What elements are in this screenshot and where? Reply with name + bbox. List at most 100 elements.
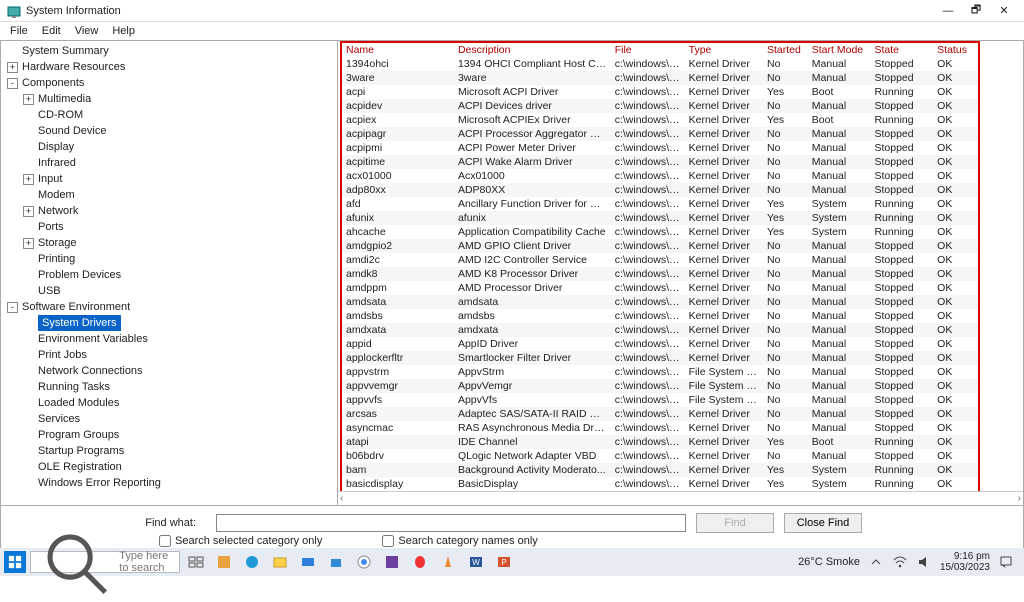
- taskbar-app-2[interactable]: [380, 551, 404, 573]
- tree-node-program-groups[interactable]: Program Groups: [3, 427, 337, 443]
- minimize-button[interactable]: —: [934, 1, 962, 21]
- table-row[interactable]: amdi2cAMD I2C Controller Servicec:\windo…: [342, 253, 978, 267]
- tree-node-storage[interactable]: +Storage: [3, 235, 337, 251]
- col-file[interactable]: File: [611, 43, 685, 57]
- table-row[interactable]: 1394ohci1394 OHCI Compliant Host Co...c:…: [342, 57, 978, 71]
- table-row[interactable]: basicdisplayBasicDisplayc:\windows\s...K…: [342, 477, 978, 491]
- taskbar-search[interactable]: Type here to search: [30, 551, 180, 573]
- taskbar-store-icon[interactable]: [324, 551, 348, 573]
- search-selected-only-checkbox[interactable]: [159, 535, 171, 547]
- menu-help[interactable]: Help: [106, 24, 141, 38]
- tray-chevron-icon[interactable]: [868, 554, 884, 570]
- table-row[interactable]: asyncmacRAS Asynchronous Media Driverc:\…: [342, 421, 978, 435]
- table-row[interactable]: amdk8AMD K8 Processor Driverc:\windows\s…: [342, 267, 978, 281]
- table-row[interactable]: applockerfltrSmartlocker Filter Driverc:…: [342, 351, 978, 365]
- clock[interactable]: 9:16 pm 15/03/2023: [940, 551, 990, 573]
- find-what-input[interactable]: [216, 514, 686, 532]
- wifi-icon[interactable]: [892, 554, 908, 570]
- table-row[interactable]: amdsbsamdsbsc:\windows\s...Kernel Driver…: [342, 309, 978, 323]
- tree-node-usb[interactable]: USB: [3, 283, 337, 299]
- col-started[interactable]: Started: [763, 43, 808, 57]
- tree-node-components[interactable]: -Components: [3, 75, 337, 91]
- tree-node-system-drivers[interactable]: System Drivers: [3, 315, 337, 331]
- table-row[interactable]: appvstrmAppvStrmc:\windows\s...File Syst…: [342, 365, 978, 379]
- taskbar-edge-icon[interactable]: [240, 551, 264, 573]
- table-row[interactable]: afdAncillary Function Driver for Wi...c:…: [342, 197, 978, 211]
- system-tray[interactable]: 26°C Smoke 9:16 pm 15/03/2023: [792, 551, 1020, 573]
- tree-node-network[interactable]: +Network: [3, 203, 337, 219]
- tree-pane[interactable]: System Summary+Hardware Resources-Compon…: [1, 41, 338, 505]
- driver-grid-scroll[interactable]: NameDescriptionFileTypeStartedStart Mode…: [338, 41, 1023, 491]
- table-row[interactable]: appidAppID Driverc:\windows\s...Kernel D…: [342, 337, 978, 351]
- table-row[interactable]: afunixafunixc:\windows\s...Kernel Driver…: [342, 211, 978, 225]
- tree-node-hardware-resources[interactable]: +Hardware Resources: [3, 59, 337, 75]
- tree-node-infrared[interactable]: Infrared: [3, 155, 337, 171]
- table-row[interactable]: amdgpio2AMD GPIO Client Driverc:\windows…: [342, 239, 978, 253]
- tree-node-modem[interactable]: Modem: [3, 187, 337, 203]
- tree-node-printing[interactable]: Printing: [3, 251, 337, 267]
- tree-node-running-tasks[interactable]: Running Tasks: [3, 379, 337, 395]
- tree-node-cd-rom[interactable]: CD-ROM: [3, 107, 337, 123]
- taskbar-opera-icon[interactable]: [408, 551, 432, 573]
- tree-node-windows-error-reporting[interactable]: Windows Error Reporting: [3, 475, 337, 491]
- col-status[interactable]: Status: [933, 43, 978, 57]
- task-view-icon[interactable]: [184, 551, 208, 573]
- tree-node-problem-devices[interactable]: Problem Devices: [3, 267, 337, 283]
- col-name[interactable]: Name: [342, 43, 454, 57]
- tree-node-network-connections[interactable]: Network Connections: [3, 363, 337, 379]
- taskbar-powerpoint-icon[interactable]: P: [492, 551, 516, 573]
- tree-node-input[interactable]: +Input: [3, 171, 337, 187]
- table-row[interactable]: acpitimeACPI Wake Alarm Driverc:\windows…: [342, 155, 978, 169]
- table-row[interactable]: acpipmiACPI Power Meter Driverc:\windows…: [342, 141, 978, 155]
- horizontal-scrollbar[interactable]: ‹›: [338, 491, 1023, 505]
- expand-icon[interactable]: -: [7, 302, 18, 313]
- tree-node-services[interactable]: Services: [3, 411, 337, 427]
- expand-icon[interactable]: +: [23, 206, 34, 217]
- table-row[interactable]: amdxataamdxatac:\windows\s...Kernel Driv…: [342, 323, 978, 337]
- tree-node-display[interactable]: Display: [3, 139, 337, 155]
- tree-node-startup-programs[interactable]: Startup Programs: [3, 443, 337, 459]
- taskbar-explorer-icon[interactable]: [268, 551, 292, 573]
- table-row[interactable]: adp80xxADP80XXc:\windows\s...Kernel Driv…: [342, 183, 978, 197]
- taskbar-chrome-icon[interactable]: [352, 551, 376, 573]
- expand-icon[interactable]: +: [7, 62, 18, 73]
- maximize-button[interactable]: 🗗: [962, 1, 990, 21]
- volume-icon[interactable]: [916, 554, 932, 570]
- taskbar-vlc-icon[interactable]: [436, 551, 460, 573]
- col-type[interactable]: Type: [685, 43, 763, 57]
- menu-file[interactable]: File: [4, 24, 34, 38]
- table-row[interactable]: acpiexMicrosoft ACPIEx Driverc:\windows\…: [342, 113, 978, 127]
- expand-icon[interactable]: +: [23, 94, 34, 105]
- find-button[interactable]: Find: [696, 513, 774, 533]
- menu-view[interactable]: View: [69, 24, 105, 38]
- table-row[interactable]: b06bdrvQLogic Network Adapter VBDc:\wind…: [342, 449, 978, 463]
- tree-node-ports[interactable]: Ports: [3, 219, 337, 235]
- table-row[interactable]: arcsasAdaptec SAS/SATA-II RAID Stor...c:…: [342, 407, 978, 421]
- table-row[interactable]: ahcacheApplication Compatibility Cachec:…: [342, 225, 978, 239]
- taskbar-word-icon[interactable]: W: [464, 551, 488, 573]
- col-state[interactable]: State: [870, 43, 933, 57]
- tree-node-system-summary[interactable]: System Summary: [3, 43, 337, 59]
- start-button[interactable]: [4, 551, 26, 573]
- table-row[interactable]: acpipagrACPI Processor Aggregator Dr...c…: [342, 127, 978, 141]
- table-row[interactable]: appvvemgrAppvVemgrc:\windows\s...File Sy…: [342, 379, 978, 393]
- close-find-button[interactable]: Close Find: [784, 513, 862, 533]
- table-row[interactable]: amdppmAMD Processor Driverc:\windows\s..…: [342, 281, 978, 295]
- expand-icon[interactable]: +: [23, 238, 34, 249]
- tree-node-software-environment[interactable]: -Software Environment: [3, 299, 337, 315]
- table-row[interactable]: appvvfsAppvVfsc:\windows\s...File System…: [342, 393, 978, 407]
- col-description[interactable]: Description: [454, 43, 611, 57]
- search-category-names-checkbox[interactable]: [382, 535, 394, 547]
- table-row[interactable]: bamBackground Activity Moderato...c:\win…: [342, 463, 978, 477]
- tree-node-multimedia[interactable]: +Multimedia: [3, 91, 337, 107]
- driver-table[interactable]: NameDescriptionFileTypeStartedStart Mode…: [342, 43, 978, 491]
- tree-node-print-jobs[interactable]: Print Jobs: [3, 347, 337, 363]
- tree-node-sound-device[interactable]: Sound Device: [3, 123, 337, 139]
- weather-widget[interactable]: 26°C Smoke: [798, 556, 860, 568]
- table-row[interactable]: acpiMicrosoft ACPI Driverc:\windows\s...…: [342, 85, 978, 99]
- taskbar-mail-icon[interactable]: [296, 551, 320, 573]
- table-row[interactable]: amdsataamdsatac:\windows\s...Kernel Driv…: [342, 295, 978, 309]
- table-row[interactable]: atapiIDE Channelc:\windows\s...Kernel Dr…: [342, 435, 978, 449]
- tree-node-loaded-modules[interactable]: Loaded Modules: [3, 395, 337, 411]
- table-row[interactable]: 3ware3warec:\windows\s...Kernel DriverNo…: [342, 71, 978, 85]
